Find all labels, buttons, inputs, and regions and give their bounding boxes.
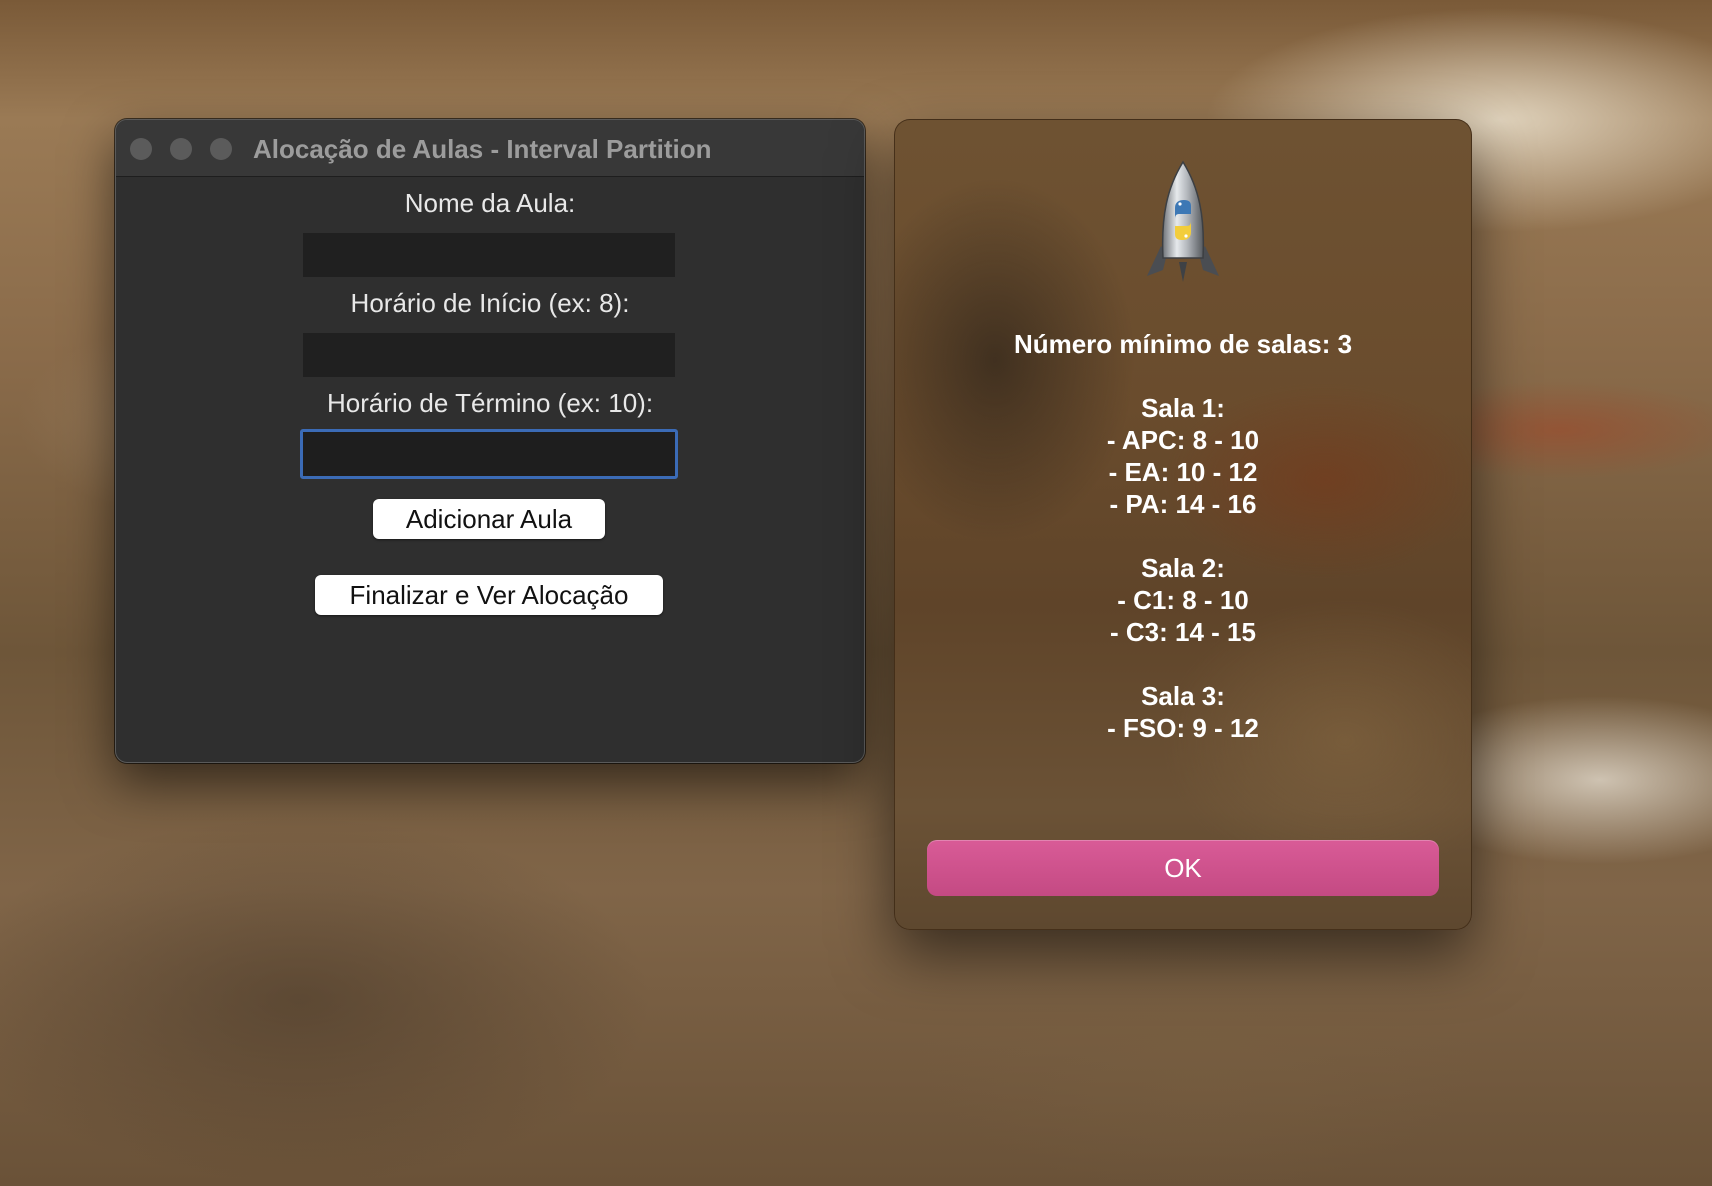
add-class-button[interactable]: Adicionar Aula <box>373 499 605 539</box>
window-title: Alocação de Aulas - Interval Partition <box>253 134 712 164</box>
room-class-entry: - C3: 14 - 15 <box>1110 617 1256 647</box>
room-class-entry: - PA: 14 - 16 <box>1109 489 1257 519</box>
app-window: Alocação de Aulas - Interval Partition N… <box>115 119 865 763</box>
end-time-input[interactable] <box>300 429 678 479</box>
minimize-window-button[interactable] <box>170 138 192 160</box>
room-class-entry: - FSO: 9 - 12 <box>1107 713 1259 743</box>
start-time-label: Horário de Início (ex: 8): <box>350 288 630 318</box>
window-titlebar[interactable]: Alocação de Aulas - Interval Partition <box>116 120 864 177</box>
finish-and-view-allocation-button[interactable]: Finalizar e Ver Alocação <box>315 575 663 615</box>
python-launcher-rocket-icon <box>1133 158 1233 288</box>
close-window-button[interactable] <box>130 138 152 160</box>
zoom-window-button[interactable] <box>210 138 232 160</box>
room-class-entry: - C1: 8 - 10 <box>1117 585 1249 615</box>
end-time-label: Horário de Término (ex: 10): <box>326 388 654 418</box>
room-heading: Sala 2: <box>1141 553 1225 583</box>
room-class-entry: - APC: 8 - 10 <box>1106 425 1260 455</box>
room-class-entry: - EA: 10 - 12 <box>1108 457 1258 487</box>
class-name-label: Nome da Aula: <box>404 188 576 218</box>
min-rooms-summary: Número mínimo de salas: 3 <box>1013 329 1353 359</box>
class-name-input[interactable] <box>303 233 675 277</box>
allocation-result-alert: Número mínimo de salas: 3 Sala 1: - APC:… <box>894 119 1472 930</box>
room-heading: Sala 3: <box>1141 681 1225 711</box>
ok-button[interactable]: OK <box>927 840 1439 896</box>
room-heading: Sala 1: <box>1141 393 1225 423</box>
start-time-input[interactable] <box>303 333 675 377</box>
